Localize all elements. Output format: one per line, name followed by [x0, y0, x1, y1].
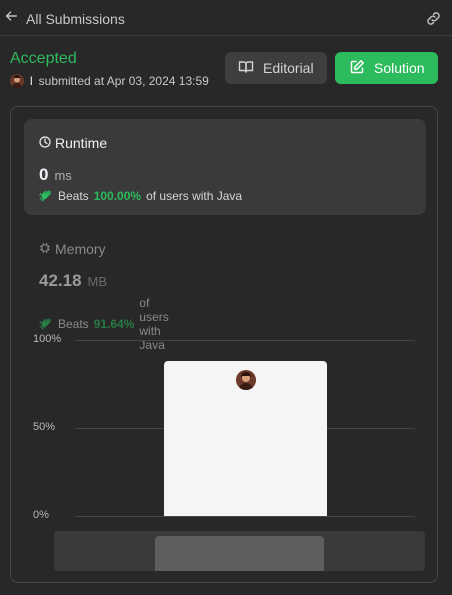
y-tick-label: 100%	[33, 333, 62, 345]
book-icon	[238, 59, 254, 78]
clap-icon	[39, 317, 54, 331]
memory-title: Memory	[55, 241, 106, 257]
chart-range-scroller[interactable]	[54, 531, 425, 571]
runtime-title: Runtime	[55, 135, 108, 151]
solution-button[interactable]: Solution	[335, 52, 438, 84]
submission-panel: Runtime 0 ms Beats 100.00% of users with…	[10, 106, 438, 583]
runtime-card[interactable]: Runtime 0 ms Beats 100.00% of users with…	[24, 119, 426, 215]
all-submissions-link[interactable]: All Submissions	[4, 9, 125, 28]
runtime-beats: Beats 100.00% of users with Java	[39, 189, 242, 203]
grid-line	[75, 340, 415, 341]
link-icon[interactable]	[425, 10, 442, 27]
runtime-beats-label: Beats	[58, 189, 89, 203]
memory-value: 42.18	[39, 271, 82, 290]
memory-beats-percent: 91.64%	[93, 317, 135, 331]
editorial-button[interactable]: Editorial	[225, 52, 327, 84]
y-tick-label: 50%	[33, 421, 56, 433]
memory-beats-suffix: of users with Java	[139, 296, 169, 352]
editorial-label: Editorial	[263, 60, 314, 76]
solution-label: Solution	[374, 60, 425, 76]
runtime-beats-percent: 100.00%	[93, 189, 142, 203]
runtime-unit: ms	[54, 168, 72, 183]
submission-meta: l submitted at Apr 03, 2024 13:59	[10, 74, 209, 88]
avatar	[236, 370, 256, 391]
all-submissions-label: All Submissions	[26, 10, 125, 27]
memory-heading: Memory	[39, 241, 106, 257]
memory-beats-label: Beats	[58, 317, 89, 331]
edit-icon	[349, 59, 365, 78]
chip-icon	[39, 241, 55, 257]
grid-line	[75, 516, 415, 517]
runtime-heading: Runtime	[39, 135, 107, 151]
range-handle[interactable]	[155, 536, 324, 571]
runtime-beats-suffix: of users with Java	[146, 189, 243, 203]
avatar[interactable]	[10, 74, 24, 88]
clock-icon	[39, 135, 55, 151]
submission-status: Accepted	[10, 50, 77, 67]
arrow-left-icon	[4, 9, 18, 28]
clap-icon	[39, 189, 54, 203]
user-name[interactable]: l	[30, 74, 33, 88]
runtime-value: 0	[39, 165, 49, 184]
top-bar: All Submissions	[0, 0, 452, 36]
memory-value-row: 42.18 MB	[39, 271, 107, 291]
y-tick-label: 0%	[33, 509, 49, 521]
runtime-value-row: 0 ms	[39, 165, 72, 185]
submitted-timestamp: submitted at Apr 03, 2024 13:59	[38, 74, 209, 88]
memory-unit: MB	[87, 274, 108, 289]
